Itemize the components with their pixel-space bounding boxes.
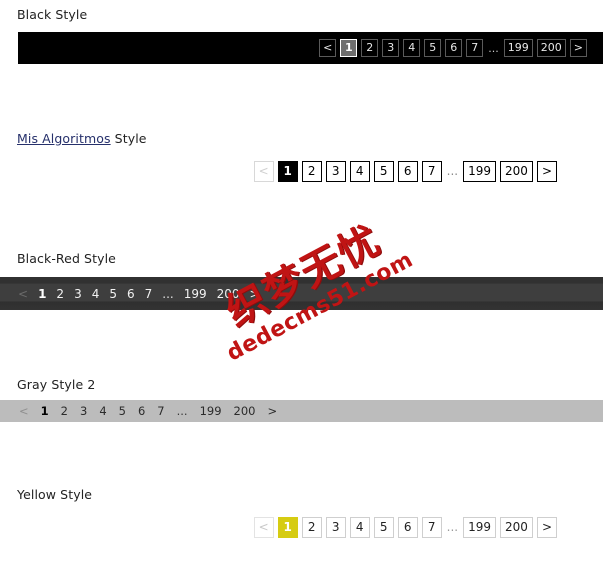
pagination-yellow-page-6[interactable]: 6: [397, 516, 418, 538]
section-title-gray2-label: Gray Style 2: [17, 377, 96, 392]
pagination-black-page-6[interactable]: 6: [445, 39, 463, 57]
pagination-black: < 1 2 3 4 5 6 7 ... 199 200 >: [319, 39, 587, 57]
pagination-yellow-ellipsis: ...: [446, 520, 459, 534]
pagination-gray2-next[interactable]: >: [268, 404, 278, 418]
pagination-blackred-page-3[interactable]: 3: [74, 287, 82, 301]
pagination-black-next[interactable]: >: [569, 39, 587, 57]
mis-algoritmos-link[interactable]: Mis Algoritmos: [17, 131, 111, 146]
pagination-gray2-page-6[interactable]: 6: [138, 404, 145, 418]
pagination-misalgoritmos-page-1[interactable]: 1: [277, 160, 298, 182]
pagination-black-page-3[interactable]: 3: [382, 39, 400, 57]
pagination-yellow-prev[interactable]: <: [253, 516, 274, 538]
pagination-black-page-1[interactable]: 1: [340, 39, 358, 57]
pagination-bar-blackred: < 1 2 3 4 5 6 7 ... 199 200 >: [0, 277, 603, 310]
pagination-yellow-page-200[interactable]: 200: [500, 516, 533, 538]
pagination-yellow: < 1 2 3 4 5 6 7 ... 199 200 >: [253, 516, 557, 538]
pagination-gray2: < 1 2 3 4 5 6 7 ... 199 200 >: [19, 404, 277, 418]
pagination-misalgoritmos-prev[interactable]: <: [253, 160, 274, 182]
pagination-misalgoritmos-page-6[interactable]: 6: [397, 160, 418, 182]
pagination-blackred-page-2[interactable]: 2: [56, 287, 64, 301]
pagination-yellow-next[interactable]: >: [536, 516, 557, 538]
pagination-misalgoritmos-page-3[interactable]: 3: [325, 160, 346, 182]
pagination-black-prev[interactable]: <: [319, 39, 337, 57]
pagination-bar-black: < 1 2 3 4 5 6 7 ... 199 200 >: [18, 32, 603, 64]
pagination-blackred-page-199[interactable]: 199: [184, 287, 207, 301]
pagination-yellow-page-4[interactable]: 4: [349, 516, 370, 538]
pagination-yellow-page-2[interactable]: 2: [301, 516, 322, 538]
section-title-misalgoritmos: Mis Algoritmos Style: [17, 131, 147, 146]
pagination-gray2-page-5[interactable]: 5: [119, 404, 126, 418]
pagination-yellow-page-199[interactable]: 199: [463, 516, 497, 538]
pagination-blackred-page-200[interactable]: 200: [217, 287, 240, 301]
pagination-yellow-page-5[interactable]: 5: [373, 516, 394, 538]
pagination-black-ellipsis: ...: [488, 41, 499, 55]
pagination-black-page-5[interactable]: 5: [424, 39, 442, 57]
pagination-bar-gray2: < 1 2 3 4 5 6 7 ... 199 200 >: [0, 400, 603, 422]
pagination-gray2-prev[interactable]: <: [19, 404, 29, 418]
pagination-misalgoritmos-page-7[interactable]: 7: [421, 160, 442, 182]
pagination-bar-yellow: < 1 2 3 4 5 6 7 ... 199 200 >: [0, 514, 603, 540]
section-title-gray2: Gray Style 2: [17, 377, 95, 392]
pagination-black-page-200[interactable]: 200: [536, 39, 566, 57]
pagination-misalgoritmos-page-5[interactable]: 5: [373, 160, 394, 182]
section-title-black: Black Style: [17, 7, 87, 22]
section-title-blackred-label: Black-Red Style: [17, 251, 116, 266]
section-title-yellow: Yellow Style: [17, 487, 92, 502]
pagination-blackred: < 1 2 3 4 5 6 7 ... 199 200 >: [18, 287, 260, 301]
pagination-blackred-page-1[interactable]: 1: [38, 287, 46, 301]
pagination-black-page-7[interactable]: 7: [466, 39, 484, 57]
section-title-blackred: Black-Red Style: [17, 251, 116, 266]
pagination-misalgoritmos: < 1 2 3 4 5 6 7 ... 199 200 >: [253, 160, 557, 182]
section-title-yellow-label: Yellow Style: [17, 487, 93, 502]
pagination-misalgoritmos-next[interactable]: >: [536, 160, 557, 182]
pagination-blackred-page-7[interactable]: 7: [145, 287, 153, 301]
pagination-misalgoritmos-page-4[interactable]: 4: [349, 160, 370, 182]
pagination-gray2-page-200[interactable]: 200: [234, 404, 256, 418]
pagination-gray2-page-2[interactable]: 2: [61, 404, 68, 418]
pagination-blackred-page-6[interactable]: 6: [127, 287, 135, 301]
pagination-misalgoritmos-ellipsis: ...: [446, 164, 459, 178]
pagination-black-page-199[interactable]: 199: [503, 39, 533, 57]
pagination-gray2-page-1[interactable]: 1: [41, 404, 49, 418]
pagination-blackred-ellipsis: ...: [162, 286, 174, 301]
pagination-misalgoritmos-page-2[interactable]: 2: [301, 160, 322, 182]
pagination-yellow-page-3[interactable]: 3: [325, 516, 346, 538]
pagination-gray2-page-3[interactable]: 3: [80, 404, 87, 418]
pagination-bar-misalgoritmos: < 1 2 3 4 5 6 7 ... 199 200 >: [0, 158, 603, 184]
section-title-misalgoritmos-suffix: Style: [110, 131, 147, 146]
pagination-misalgoritmos-page-199[interactable]: 199: [463, 160, 497, 182]
pagination-misalgoritmos-page-200[interactable]: 200: [500, 160, 533, 182]
pagination-blackred-page-4[interactable]: 4: [92, 287, 100, 301]
pagination-gray2-page-199[interactable]: 199: [200, 404, 222, 418]
pagination-blackred-page-5[interactable]: 5: [109, 287, 117, 301]
pagination-black-page-4[interactable]: 4: [403, 39, 421, 57]
pagination-gray2-page-4[interactable]: 4: [99, 404, 106, 418]
pagination-blackred-next[interactable]: >: [250, 287, 260, 301]
pagination-black-page-2[interactable]: 2: [361, 39, 379, 57]
pagination-blackred-prev[interactable]: <: [18, 287, 28, 301]
pagination-gray2-page-7[interactable]: 7: [157, 404, 164, 418]
pagination-yellow-page-1[interactable]: 1: [277, 516, 298, 538]
pagination-yellow-page-7[interactable]: 7: [421, 516, 442, 538]
pagination-gray2-ellipsis: ...: [176, 404, 188, 418]
section-title-black-label: Black Style: [17, 7, 88, 22]
